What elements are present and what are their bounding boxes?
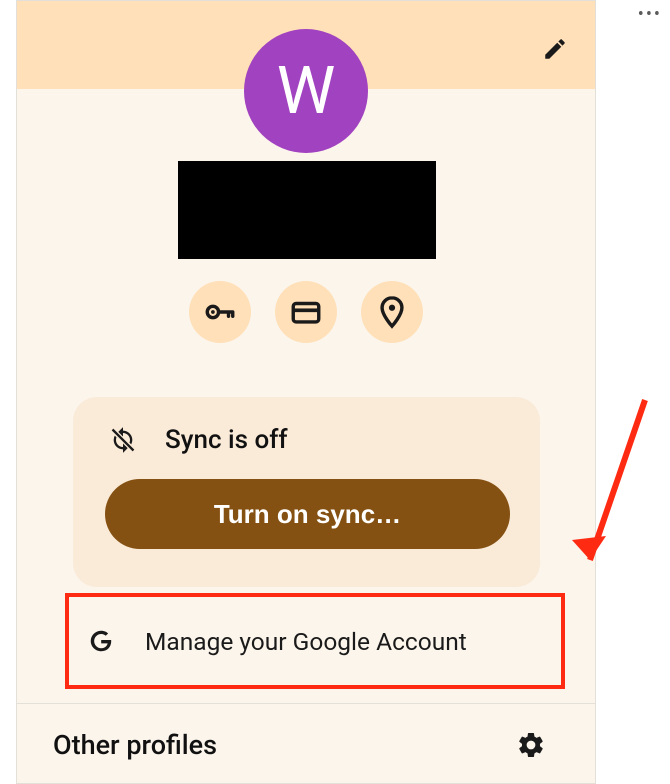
- profile-menu-panel: W: [16, 0, 596, 784]
- manage-profiles-button[interactable]: [511, 725, 551, 765]
- manage-account-label: Manage your Google Account: [145, 627, 467, 656]
- edit-profile-button[interactable]: [537, 31, 573, 67]
- google-logo-icon: [87, 627, 115, 655]
- payments-shortcut[interactable]: [275, 281, 337, 343]
- passwords-shortcut[interactable]: [189, 281, 251, 343]
- other-profiles-label: Other profiles: [53, 729, 217, 761]
- sync-card: Sync is off Turn on sync…: [73, 397, 540, 587]
- avatar: W: [244, 29, 368, 153]
- manage-google-account-row[interactable]: Manage your Google Account: [65, 593, 565, 689]
- sync-header: Sync is off: [109, 425, 514, 455]
- shortcut-row: [17, 281, 595, 343]
- gear-icon: [516, 730, 546, 760]
- profile-name-redacted: [178, 161, 436, 259]
- sync-off-icon: [109, 426, 137, 454]
- other-profiles-row: Other profiles: [17, 704, 595, 784]
- viewport: ••• W: [0, 0, 670, 784]
- sync-status-label: Sync is off: [165, 425, 288, 455]
- credit-card-icon: [289, 295, 323, 329]
- turn-on-sync-button[interactable]: Turn on sync…: [105, 479, 510, 549]
- addresses-shortcut[interactable]: [361, 281, 423, 343]
- location-pin-icon: [375, 295, 409, 329]
- pencil-icon: [542, 36, 568, 62]
- overflow-dots-icon: •••: [638, 4, 662, 25]
- avatar-letter: W: [277, 53, 336, 130]
- key-icon: [203, 295, 237, 329]
